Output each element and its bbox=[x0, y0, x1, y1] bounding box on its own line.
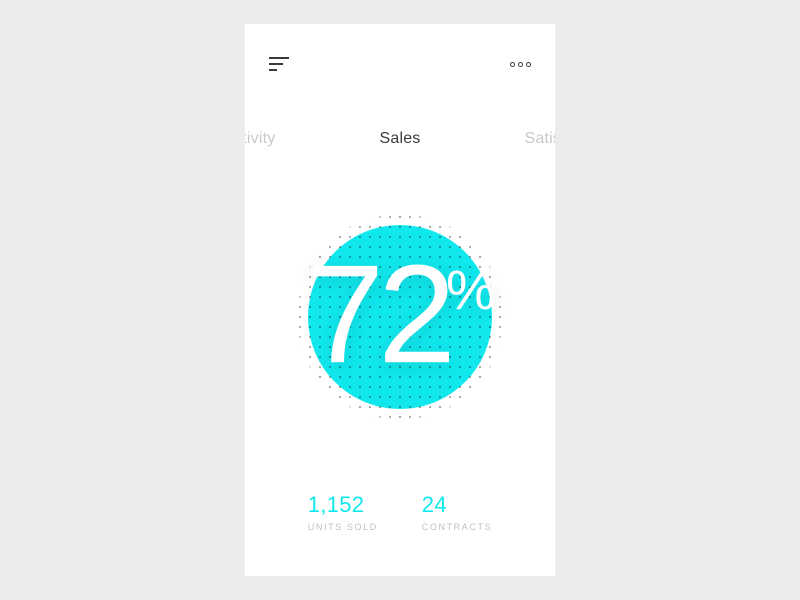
stats-row: 1,152 UNITS SOLD 24 CONTRACTS bbox=[245, 492, 555, 532]
menu-icon[interactable] bbox=[269, 57, 289, 71]
units-sold-label: UNITS SOLD bbox=[308, 522, 378, 532]
tab-sales[interactable]: Sales bbox=[379, 130, 420, 148]
metric-value: 72% bbox=[306, 244, 494, 384]
tab-productivity[interactable]: Productivity bbox=[245, 130, 275, 148]
stat-units-sold: 1,152 UNITS SOLD bbox=[308, 492, 378, 532]
sales-gauge: 72% bbox=[245, 172, 555, 462]
contracts-label: CONTRACTS bbox=[422, 522, 492, 532]
phone-frame: Productivity Sales Satisfaction 72% 1,15… bbox=[245, 24, 555, 576]
more-icon[interactable] bbox=[510, 62, 531, 67]
units-sold-value: 1,152 bbox=[308, 492, 378, 518]
tabs: Productivity Sales Satisfaction bbox=[245, 130, 555, 148]
contracts-value: 24 bbox=[422, 492, 492, 518]
header bbox=[245, 52, 555, 76]
stat-contracts: 24 CONTRACTS bbox=[422, 492, 492, 532]
tab-satisfaction[interactable]: Satisfaction bbox=[525, 130, 555, 148]
